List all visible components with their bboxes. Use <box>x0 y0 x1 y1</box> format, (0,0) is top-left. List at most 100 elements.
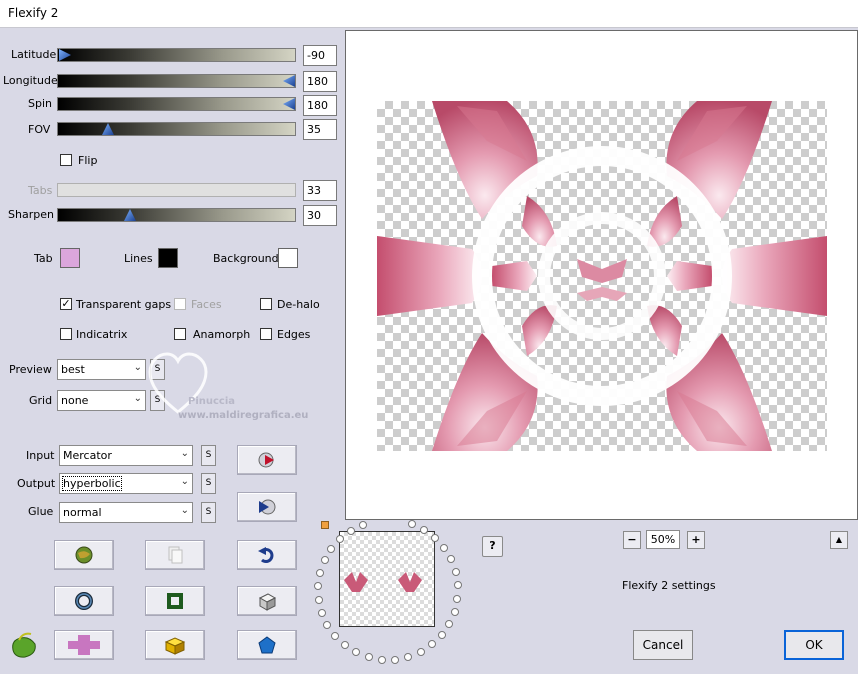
navigator-dot[interactable] <box>430 533 439 542</box>
longitude-slider[interactable] <box>57 74 296 88</box>
navigator-dot[interactable] <box>327 544 336 553</box>
tabs-label: Tabs <box>28 184 53 197</box>
cube-button[interactable] <box>145 630 205 660</box>
faces-checkbox[interactable] <box>174 298 186 310</box>
edges-checkbox[interactable] <box>260 328 272 340</box>
navigator-dot[interactable] <box>446 555 455 564</box>
navigator-dot[interactable] <box>437 630 446 639</box>
latitude-slider-thumb[interactable] <box>59 49 71 61</box>
navigator-dot[interactable] <box>453 581 462 590</box>
navigator-dot[interactable] <box>428 640 437 649</box>
navigator-dot[interactable] <box>445 619 454 628</box>
globe-button[interactable] <box>54 540 114 570</box>
random-button[interactable] <box>237 586 297 616</box>
preview-select[interactable]: best ⌄ <box>57 359 146 380</box>
undo-button[interactable] <box>237 540 297 570</box>
latitude-input[interactable]: -90 <box>303 45 337 66</box>
spin-slider[interactable] <box>57 97 296 111</box>
play-reverse-button[interactable] <box>237 492 297 522</box>
faces-label: Faces <box>191 298 222 311</box>
tabs-input[interactable]: 33 <box>303 180 337 201</box>
navigator-dot[interactable] <box>453 594 462 603</box>
anamorph-label: Anamorph <box>193 328 251 341</box>
navigator-dot[interactable] <box>340 641 349 650</box>
glue-select[interactable]: normal ⌄ <box>59 502 193 523</box>
spin-label: Spin <box>28 97 52 110</box>
navigator-dot[interactable] <box>416 647 425 656</box>
zoom-in-button[interactable]: + <box>687 531 705 549</box>
navigator-dot[interactable] <box>331 631 340 640</box>
navigator-handle[interactable] <box>321 521 329 529</box>
navigator-dot[interactable] <box>407 520 416 529</box>
longitude-label: Longitude <box>3 74 58 87</box>
preview-select-value: best <box>61 363 85 376</box>
transparent-gaps-checkbox[interactable]: ✓ <box>60 298 72 310</box>
latitude-slider[interactable] <box>57 48 296 62</box>
navigator-dot[interactable] <box>314 582 323 591</box>
grid-label: Grid <box>29 394 53 407</box>
background-color-label: Background <box>213 252 279 265</box>
ok-button[interactable]: OK <box>784 630 844 660</box>
main-preview[interactable] <box>345 30 858 520</box>
longitude-slider-thumb[interactable] <box>283 75 295 87</box>
navigator-dot[interactable] <box>377 655 386 664</box>
input-s-button[interactable]: S <box>201 445 216 466</box>
help-button[interactable]: ? <box>482 536 503 557</box>
grid-select[interactable]: none ⌄ <box>57 390 146 411</box>
collapse-button[interactable]: ▲ <box>830 531 848 549</box>
navigator-dot[interactable] <box>450 607 459 616</box>
zoom-value[interactable]: 50% <box>646 530 680 549</box>
navigator-dot[interactable] <box>439 543 448 552</box>
tabs-slider[interactable] <box>57 183 296 197</box>
navigator-dot[interactable] <box>317 608 326 617</box>
fov-slider[interactable] <box>57 122 296 136</box>
sharpen-slider[interactable] <box>57 208 296 222</box>
glue-s-button[interactable]: S <box>201 502 216 523</box>
navigator-dot[interactable] <box>391 655 400 664</box>
preview-label: Preview <box>9 363 52 376</box>
background-color-swatch[interactable] <box>278 248 298 268</box>
latitude-label: Latitude <box>11 48 57 61</box>
frame-button[interactable] <box>145 586 205 616</box>
navigator-dot[interactable] <box>451 567 460 576</box>
zoom-out-button[interactable]: − <box>623 531 641 549</box>
chevron-down-icon: ⌄ <box>180 505 189 516</box>
navigator-dot[interactable] <box>404 652 413 661</box>
flip-checkbox[interactable] <box>60 154 72 166</box>
sharpen-slider-thumb[interactable] <box>124 209 136 221</box>
cancel-button[interactable]: Cancel <box>633 630 693 660</box>
longitude-input[interactable]: 180 <box>303 71 337 92</box>
fov-input[interactable]: 35 <box>303 119 337 140</box>
navigator-dot[interactable] <box>364 653 373 662</box>
input-select[interactable]: Mercator ⌄ <box>59 445 193 466</box>
spin-input[interactable]: 180 <box>303 95 337 116</box>
copy-button[interactable] <box>145 540 205 570</box>
navigator-dot[interactable] <box>314 595 323 604</box>
output-s-button[interactable]: S <box>201 473 216 494</box>
navigator-dot[interactable] <box>352 648 361 657</box>
lines-color-swatch[interactable] <box>158 248 178 268</box>
pentagon-icon <box>258 636 276 654</box>
anamorph-checkbox[interactable] <box>174 328 186 340</box>
ring-button[interactable] <box>54 586 114 616</box>
navigator-dot[interactable] <box>358 520 367 529</box>
gold-cube-icon <box>164 637 186 655</box>
navigator-dot[interactable] <box>320 556 329 565</box>
de-halo-checkbox[interactable] <box>260 298 272 310</box>
preview-canvas <box>377 101 827 451</box>
sharpen-input[interactable]: 30 <box>303 205 337 226</box>
navigator-dot[interactable] <box>420 525 429 534</box>
pentagon-button[interactable] <box>237 630 297 660</box>
indicatrix-checkbox[interactable] <box>60 328 72 340</box>
tab-color-label: Tab <box>34 252 53 265</box>
output-label: Output <box>17 477 56 490</box>
tile-pattern-button[interactable] <box>54 630 114 660</box>
output-select[interactable]: hyperbolic ⌄ <box>59 473 193 494</box>
tab-color-swatch[interactable] <box>60 248 80 268</box>
navigator-dot[interactable] <box>346 526 355 535</box>
navigator-dot[interactable] <box>316 569 325 578</box>
spin-slider-thumb[interactable] <box>283 98 295 110</box>
fov-slider-thumb[interactable] <box>102 123 114 135</box>
navigator-dot[interactable] <box>323 621 332 629</box>
play-forward-button[interactable] <box>237 445 297 475</box>
